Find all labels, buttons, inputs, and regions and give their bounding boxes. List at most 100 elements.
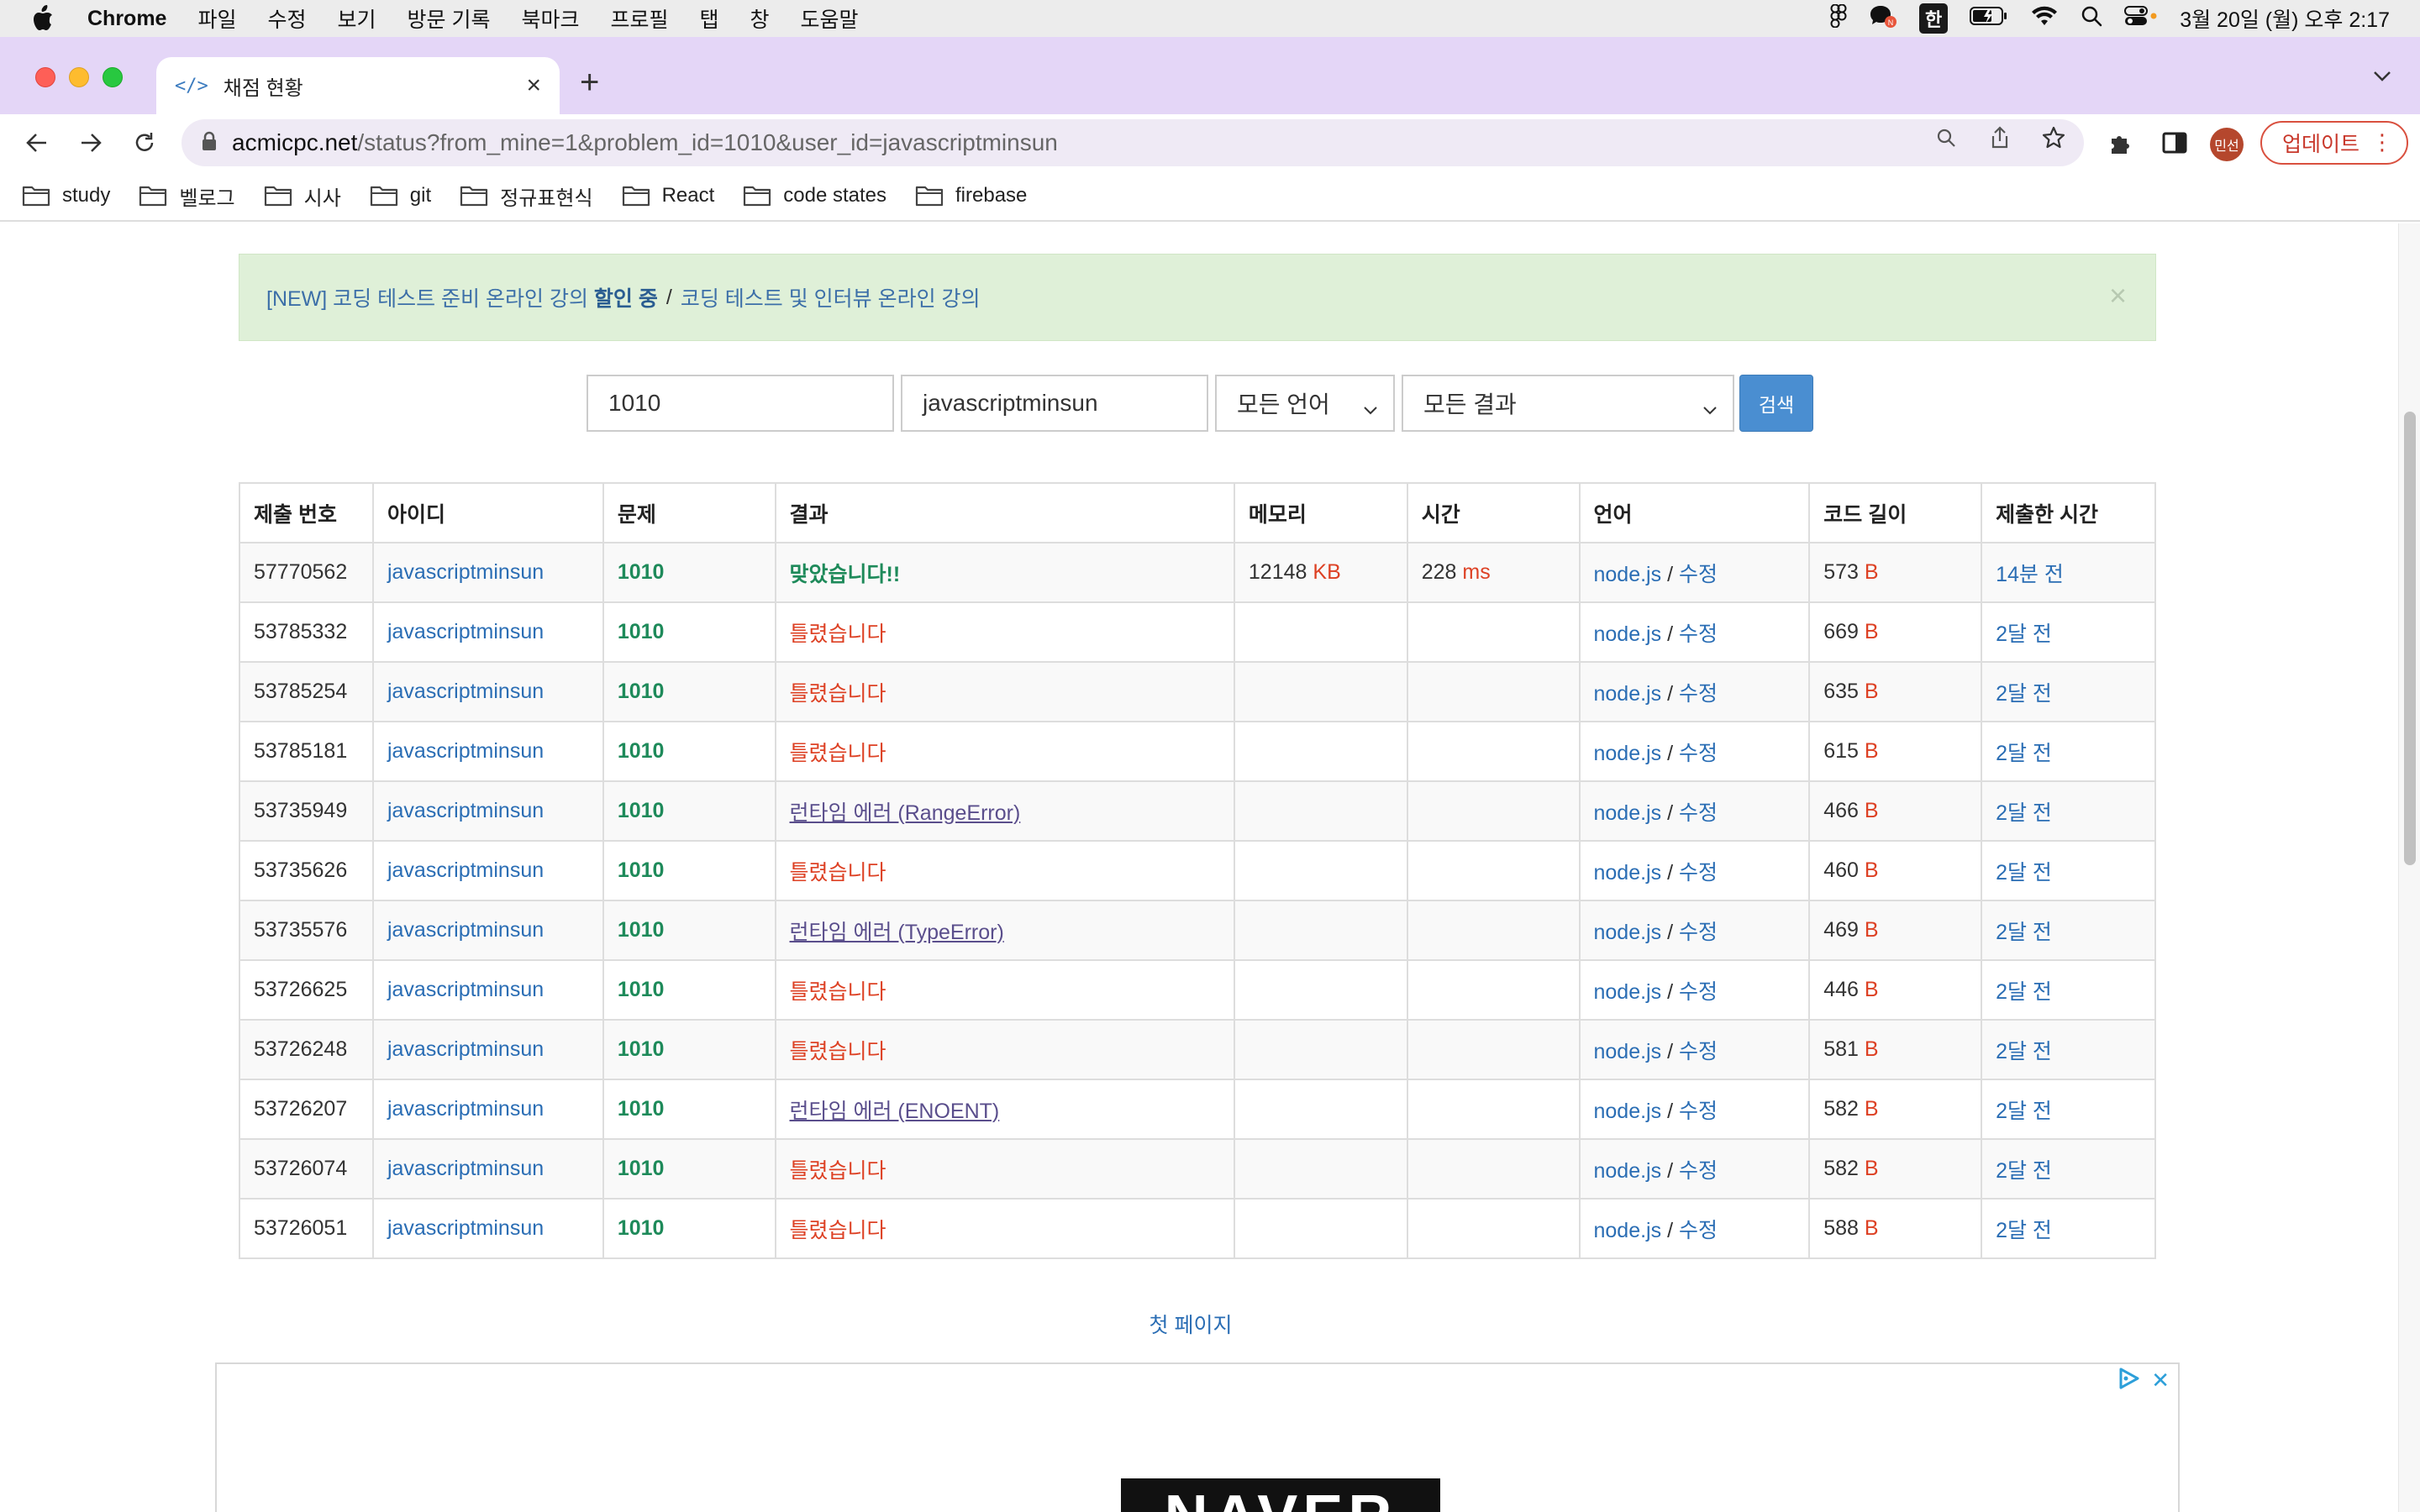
user-id-link[interactable]: javascriptminsun: [387, 918, 544, 942]
zoom-search-icon[interactable]: [1934, 126, 1958, 150]
menu-app-name[interactable]: Chrome: [87, 7, 166, 31]
bookmark-folder[interactable]: git: [370, 184, 431, 207]
edit-link[interactable]: 수정: [1679, 1100, 1718, 1123]
ad-banner[interactable]: ✕ NAVER: [215, 1362, 2180, 1512]
language-link[interactable]: node.js: [1594, 1100, 1662, 1123]
submitted-time-link[interactable]: 2달 전: [1996, 622, 2052, 646]
problem-link[interactable]: 1010: [618, 978, 665, 1001]
result-text[interactable]: 런타임 에러 (TypeError): [790, 921, 1004, 944]
lock-icon[interactable]: [202, 131, 217, 155]
forward-arrow-icon[interactable]: [76, 128, 106, 158]
user-id-input[interactable]: javascriptminsun: [901, 375, 1208, 432]
problem-link[interactable]: 1010: [618, 1037, 665, 1061]
submitted-time-link[interactable]: 14분 전: [1996, 563, 2064, 586]
extensions-puzzle-icon[interactable]: [2106, 128, 2136, 158]
language-link[interactable]: node.js: [1594, 921, 1662, 944]
ad-close-icon[interactable]: ✕: [2151, 1368, 2170, 1394]
menu-bookmarks[interactable]: 북마크: [521, 3, 579, 34]
submitted-time-link[interactable]: 2달 전: [1996, 861, 2052, 885]
promo-link-prefix[interactable]: [NEW] 코딩 테스트 준비 온라인 강의 할인 중: [266, 282, 658, 312]
submitted-time-link[interactable]: 2달 전: [1996, 742, 2052, 765]
bookmark-folder[interactable]: study: [22, 184, 110, 207]
language-select[interactable]: 모든 언어: [1215, 375, 1395, 432]
submitted-time-link[interactable]: 2달 전: [1996, 1219, 2052, 1242]
submitted-time-link[interactable]: 2달 전: [1996, 682, 2052, 706]
user-id-link[interactable]: javascriptminsun: [387, 1097, 544, 1121]
url-text[interactable]: acmicpc.net/status?from_mine=1&problem_i…: [232, 129, 1058, 156]
edit-link[interactable]: 수정: [1679, 1040, 1718, 1063]
edit-link[interactable]: 수정: [1679, 861, 1718, 885]
window-zoom-button[interactable]: [103, 67, 123, 87]
language-link[interactable]: node.js: [1594, 801, 1662, 825]
profile-avatar[interactable]: 민선: [2210, 128, 2244, 161]
language-link[interactable]: node.js: [1594, 1040, 1662, 1063]
adchoices-icon[interactable]: [2118, 1368, 2139, 1394]
reload-icon[interactable]: [129, 128, 160, 158]
bookmark-star-icon[interactable]: [2042, 126, 2065, 150]
submitted-time-link[interactable]: 2달 전: [1996, 1040, 2052, 1063]
language-link[interactable]: node.js: [1594, 1219, 1662, 1242]
bookmark-folder[interactable]: 정규표현식: [460, 181, 593, 211]
bookmark-folder[interactable]: 벨로그: [139, 181, 235, 211]
user-id-link[interactable]: javascriptminsun: [387, 1157, 544, 1180]
chrome-update-button[interactable]: 업데이트 ⋮: [2260, 121, 2408, 165]
address-bar[interactable]: acmicpc.net/status?from_mine=1&problem_i…: [182, 119, 2084, 166]
user-id-link[interactable]: javascriptminsun: [387, 560, 544, 584]
figma-icon[interactable]: [1830, 3, 1847, 34]
menu-profiles[interactable]: 프로필: [610, 3, 668, 34]
tab-close-icon[interactable]: ×: [526, 71, 541, 100]
problem-link[interactable]: 1010: [618, 1216, 665, 1240]
bookmark-folder[interactable]: firebase: [915, 184, 1027, 207]
back-arrow-icon[interactable]: [22, 128, 52, 158]
user-id-link[interactable]: javascriptminsun: [387, 978, 544, 1001]
apple-logo-icon[interactable]: [30, 5, 59, 32]
menu-tab[interactable]: 탭: [700, 3, 719, 34]
bookmark-folder[interactable]: code states: [743, 184, 886, 207]
control-center-icon[interactable]: [2124, 5, 2158, 33]
problem-link[interactable]: 1010: [618, 620, 665, 643]
result-select[interactable]: 모든 결과: [1402, 375, 1734, 432]
messenger-icon[interactable]: N: [1869, 3, 1897, 34]
user-id-link[interactable]: javascriptminsun: [387, 680, 544, 703]
problem-link[interactable]: 1010: [618, 1097, 665, 1121]
battery-icon[interactable]: [1970, 6, 2008, 32]
language-link[interactable]: node.js: [1594, 563, 1662, 586]
problem-link[interactable]: 1010: [618, 799, 665, 822]
scrollbar-thumb[interactable]: [2404, 412, 2416, 865]
bookmark-folder[interactable]: 시사: [264, 181, 341, 211]
language-link[interactable]: node.js: [1594, 742, 1662, 765]
problem-link[interactable]: 1010: [618, 680, 665, 703]
problem-link[interactable]: 1010: [618, 918, 665, 942]
share-icon[interactable]: [1988, 126, 2012, 150]
tab-search-chevron-icon[interactable]: [2373, 71, 2391, 87]
menu-help[interactable]: 도움말: [801, 3, 859, 34]
user-id-link[interactable]: javascriptminsun: [387, 620, 544, 643]
menu-window[interactable]: 창: [750, 3, 770, 34]
user-id-link[interactable]: javascriptminsun: [387, 799, 544, 822]
language-link[interactable]: node.js: [1594, 1159, 1662, 1183]
submitted-time-link[interactable]: 2달 전: [1996, 1159, 2052, 1183]
language-link[interactable]: node.js: [1594, 622, 1662, 646]
problem-link[interactable]: 1010: [618, 858, 665, 882]
input-method-indicator[interactable]: 한: [1918, 3, 1949, 34]
bookmark-folder[interactable]: React: [622, 184, 714, 207]
new-tab-button[interactable]: +: [580, 66, 599, 99]
user-id-link[interactable]: javascriptminsun: [387, 1216, 544, 1240]
menubar-clock[interactable]: 3월 20일 (월) 오후 2:17: [2180, 3, 2390, 34]
side-panel-icon[interactable]: [2160, 128, 2190, 158]
promo-link-interview[interactable]: 코딩 테스트 및 인터뷰 온라인 강의: [681, 282, 981, 312]
search-button[interactable]: 검색: [1739, 375, 1813, 432]
active-tab[interactable]: </> 채점 현황 ×: [156, 57, 560, 114]
window-minimize-button[interactable]: [69, 67, 89, 87]
language-link[interactable]: node.js: [1594, 980, 1662, 1004]
first-page-link[interactable]: 첫 페이지: [0, 1309, 2381, 1339]
wifi-icon[interactable]: [2030, 5, 2059, 33]
edit-link[interactable]: 수정: [1679, 563, 1718, 586]
spotlight-search-icon[interactable]: [2081, 5, 2102, 33]
result-text[interactable]: 런타임 에러 (ENOENT): [790, 1100, 1000, 1123]
edit-link[interactable]: 수정: [1679, 801, 1718, 825]
menu-history[interactable]: 방문 기록: [408, 3, 491, 34]
problem-link[interactable]: 1010: [618, 739, 665, 763]
user-id-link[interactable]: javascriptminsun: [387, 739, 544, 763]
edit-link[interactable]: 수정: [1679, 622, 1718, 646]
